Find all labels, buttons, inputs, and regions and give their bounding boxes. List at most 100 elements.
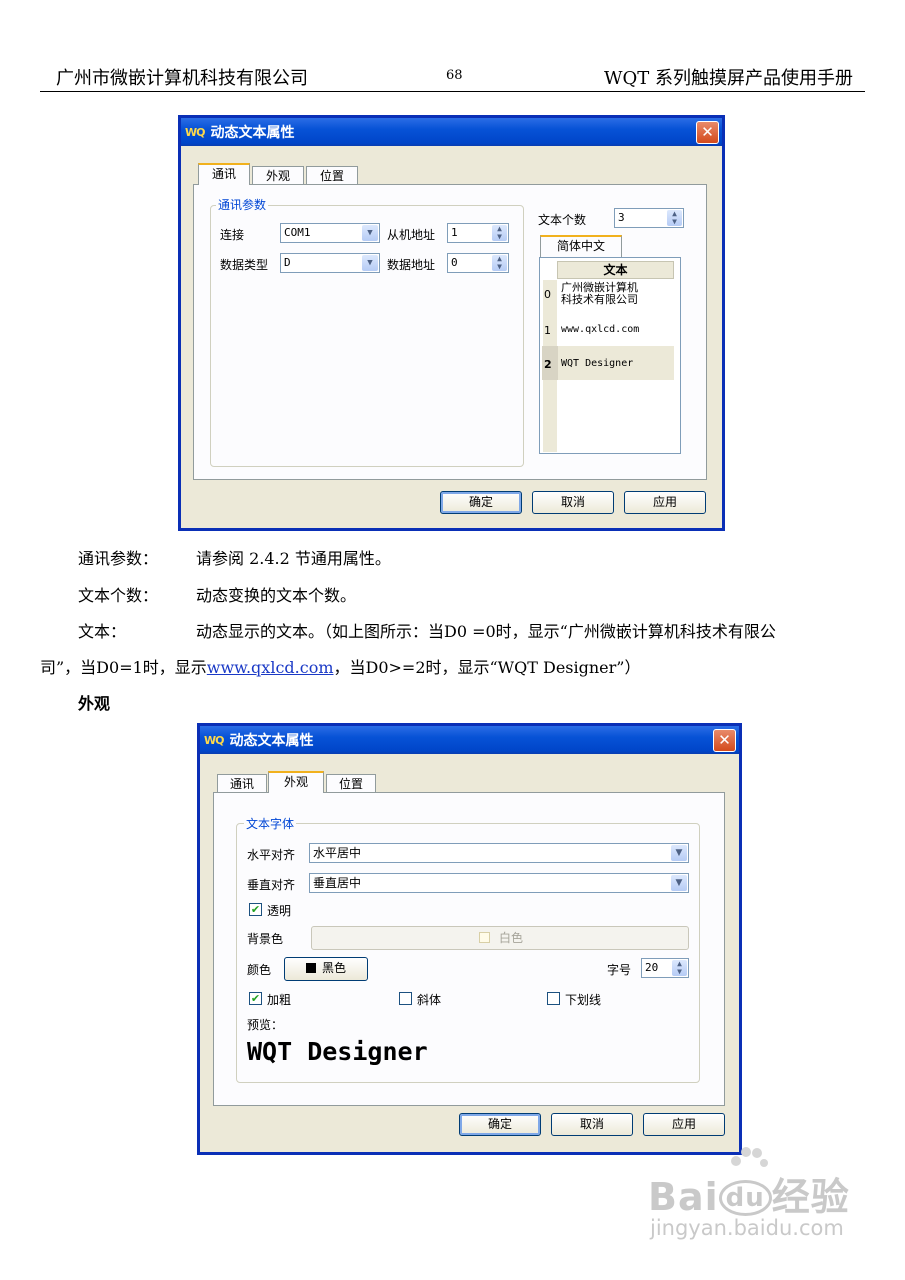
- halign-value: 水平居中: [313, 846, 362, 860]
- bold-label: 加粗: [267, 993, 292, 1007]
- watermark-brand: Bai: [648, 1175, 719, 1219]
- swatch-icon: [305, 963, 316, 973]
- spin-icon[interactable]: ▲ ▼: [667, 210, 682, 226]
- text-count-value: 3: [618, 211, 625, 224]
- underline-checkbox[interactable]: [547, 992, 560, 1005]
- text-count-label: 文本个数: [538, 213, 587, 227]
- spin-icon[interactable]: ▲ ▼: [492, 225, 507, 241]
- swatch-icon: [479, 932, 490, 943]
- spin-icon[interactable]: ▲ ▼: [672, 960, 687, 976]
- connect-value: COM1: [284, 226, 311, 239]
- valign-select[interactable]: 垂直居中 ▼: [309, 873, 689, 893]
- preview-text: WQT Designer: [247, 1037, 428, 1066]
- grid-cell[interactable]: www.qxlcd.com: [561, 324, 639, 335]
- chevron-down-icon[interactable]: ▼: [671, 875, 687, 891]
- connect-select[interactable]: COM1 ▼: [280, 223, 380, 243]
- comm-params-group: [210, 205, 524, 467]
- valign-value: 垂直居中: [313, 876, 362, 890]
- para-text-label: 文本：: [78, 622, 127, 641]
- ok-button[interactable]: 确定: [459, 1113, 541, 1136]
- data-address-stepper[interactable]: 0 ▲ ▼: [447, 253, 509, 273]
- paw-icon: [728, 1145, 768, 1169]
- dialog-appearance: WQ 动态文本属性 ✕ 通讯 外观 位置 文本字体 水平对齐 水平居中 ▼ 垂直…: [197, 723, 742, 1155]
- slave-address-label: 从机地址: [387, 228, 436, 242]
- color-value: 黑色: [321, 961, 346, 975]
- tab-simplified-chinese[interactable]: 简体中文: [540, 235, 622, 257]
- tab-appearance[interactable]: 外观: [268, 771, 324, 793]
- font-size-value: 20: [645, 961, 659, 974]
- watermark-brand-cn: 经验: [771, 1175, 850, 1219]
- dialog-titlebar[interactable]: WQ 动态文本属性: [181, 118, 722, 146]
- font-size-label: 字号: [607, 963, 632, 977]
- grid-cell[interactable]: WQT Designer: [561, 358, 633, 369]
- underline-label: 下划线: [565, 993, 602, 1007]
- ok-button[interactable]: 确定: [440, 491, 522, 514]
- cancel-button[interactable]: 取消: [551, 1113, 633, 1136]
- header-rule: [40, 91, 865, 92]
- data-type-select[interactable]: D ▼: [280, 253, 380, 273]
- halign-select[interactable]: 水平居中 ▼: [309, 843, 689, 863]
- slave-address-value: 1: [451, 226, 458, 239]
- transparent-checkbox[interactable]: ✔: [249, 903, 262, 916]
- header-company: 广州市微嵌计算机科技有限公司: [56, 68, 308, 89]
- tab-appearance[interactable]: 外观: [252, 166, 304, 185]
- app-icon: WQ: [204, 733, 225, 747]
- color-label: 颜色: [247, 963, 272, 977]
- dialog-titlebar[interactable]: WQ 动态文本属性: [200, 726, 739, 754]
- bg-color-label: 背景色: [247, 932, 284, 946]
- row-index: 0: [544, 288, 551, 301]
- tab-communication[interactable]: 通讯: [198, 163, 250, 185]
- watermark-url: jingyan.baidu.com: [650, 1216, 844, 1240]
- apply-button[interactable]: 应用: [643, 1113, 725, 1136]
- para-comm-text: 请参阅 2.4.2 节通用属性。: [196, 549, 391, 568]
- grid-cell-line: 科技术有限公司: [561, 293, 638, 306]
- halign-label: 水平对齐: [247, 848, 296, 862]
- bold-checkbox[interactable]: ✔: [249, 992, 262, 1005]
- dialog-title: 动态文本属性: [229, 733, 314, 749]
- text-count-stepper[interactable]: 3 ▲ ▼: [614, 208, 684, 228]
- bg-color-button[interactable]: 白色: [311, 926, 689, 950]
- data-address-label: 数据地址: [387, 258, 436, 272]
- chevron-down-icon[interactable]: ▼: [362, 225, 378, 241]
- app-icon: WQ: [185, 125, 206, 139]
- dialog-communication: WQ 动态文本属性 ✕ 通讯 外观 位置 通讯参数 连接 COM1 ▼ 从机地址…: [178, 115, 725, 531]
- watermark-brand-du: du: [718, 1180, 772, 1216]
- page-number: 68: [446, 68, 463, 83]
- cancel-button[interactable]: 取消: [532, 491, 614, 514]
- bg-color-value: 白色: [498, 931, 523, 945]
- font-size-stepper[interactable]: 20 ▲ ▼: [641, 958, 689, 978]
- color-button[interactable]: 黑色: [284, 957, 368, 981]
- grid-header: 文本: [557, 261, 674, 279]
- header-manual-title: WQT 系列触摸屏产品使用手册: [604, 68, 853, 89]
- para-count-label: 文本个数：: [78, 586, 159, 605]
- dialog-title: 动态文本属性: [210, 125, 295, 141]
- para-text-part: ，当D0>=2时，显示“WQT Designer”）: [333, 658, 641, 677]
- close-icon[interactable]: ✕: [696, 121, 719, 144]
- apply-button[interactable]: 应用: [624, 491, 706, 514]
- data-type-value: D: [284, 256, 291, 269]
- spin-icon[interactable]: ▲ ▼: [492, 255, 507, 271]
- valign-label: 垂直对齐: [247, 878, 296, 892]
- tab-position[interactable]: 位置: [326, 774, 376, 793]
- italic-checkbox[interactable]: [399, 992, 412, 1005]
- transparent-label: 透明: [267, 904, 292, 918]
- website-link[interactable]: www.qxlcd.com: [207, 658, 334, 677]
- tab-position[interactable]: 位置: [306, 166, 358, 185]
- grid-cell[interactable]: 广州微嵌计算机 科技术有限公司: [561, 282, 638, 306]
- para-text-continued: 司”，当D0=1时，显示www.qxlcd.com，当D0>=2时，显示“WQT…: [40, 654, 640, 678]
- baidu-watermark-logo: Bai du 经验: [648, 1166, 850, 1221]
- connect-label: 连接: [220, 228, 245, 242]
- close-icon[interactable]: ✕: [713, 729, 736, 752]
- preview-label: 预览：: [247, 1018, 284, 1032]
- para-text-body: 动态显示的文本。（如上图所示：当D0 =0时，显示“广州微嵌计算机科技术有限公: [196, 622, 776, 641]
- chevron-down-icon[interactable]: ▼: [671, 845, 687, 861]
- chevron-down-icon[interactable]: ▼: [362, 255, 378, 271]
- tab-communication[interactable]: 通讯: [217, 774, 267, 793]
- tab-panel: 文本字体 水平对齐 水平居中 ▼ 垂直对齐 垂直居中 ▼ ✔ 透明 背景色 白色…: [213, 792, 725, 1106]
- group-title: 通讯参数: [216, 196, 269, 213]
- para-count-text: 动态变换的文本个数。: [196, 586, 357, 605]
- section-heading: 外观: [78, 694, 111, 713]
- tab-panel: 通讯参数 连接 COM1 ▼ 从机地址 1 ▲ ▼ 数据类型 D ▼ 数据地址 0…: [193, 184, 707, 480]
- para-text-part: 司”，当D0=1时，显示: [40, 658, 207, 677]
- slave-address-stepper[interactable]: 1 ▲ ▼: [447, 223, 509, 243]
